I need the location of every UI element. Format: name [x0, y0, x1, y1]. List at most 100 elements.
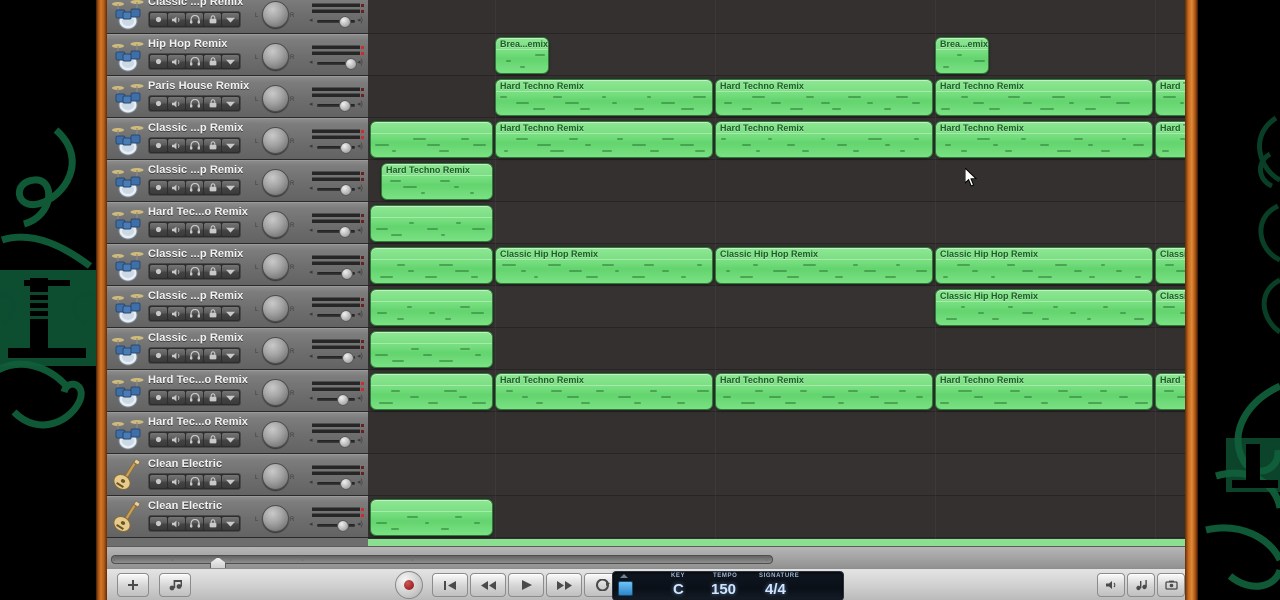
mute-button[interactable] [168, 517, 185, 530]
solo-button[interactable] [186, 307, 203, 320]
volume-slider-thumb[interactable] [340, 478, 353, 490]
mute-button[interactable] [168, 265, 185, 278]
region-clip[interactable]: Classic Hip Hop Remix [1155, 247, 1185, 284]
record-enable-button[interactable] [150, 97, 167, 110]
clip-indicator[interactable] [361, 346, 364, 349]
record-button[interactable] [395, 571, 423, 599]
pan-knob[interactable] [262, 295, 289, 322]
clip-indicator[interactable] [361, 466, 364, 469]
region-clip[interactable]: Classic Hip Hop Remix [935, 247, 1153, 284]
track-lane[interactable] [368, 0, 1185, 34]
mute-button[interactable] [168, 307, 185, 320]
record-enable-button[interactable] [150, 307, 167, 320]
mute-button[interactable] [168, 475, 185, 488]
clip-indicator[interactable] [361, 256, 364, 259]
solo-button[interactable] [186, 13, 203, 26]
pan-knob[interactable] [262, 169, 289, 196]
volume-slider[interactable] [317, 142, 355, 154]
region-clip[interactable]: Hard Techno Remix [935, 373, 1153, 410]
solo-button[interactable] [186, 97, 203, 110]
track-header[interactable]: Classic ...p Remix L R ◂ ◂) [107, 160, 368, 202]
region-clip[interactable]: Hard Techno Remix [1155, 121, 1185, 158]
record-enable-button[interactable] [150, 223, 167, 236]
region-clip[interactable]: Hard Techno Remix [495, 373, 713, 410]
track-header[interactable]: Classic ...p Remix L R ◂ ◂) [107, 118, 368, 160]
mute-button[interactable] [168, 433, 185, 446]
track-header[interactable]: Hard Tec...o Remix L R ◂ ◂) [107, 202, 368, 244]
automation-button[interactable] [222, 307, 239, 320]
volume-slider[interactable] [317, 520, 355, 532]
track-header[interactable]: Classic ...p Remix L R ◂ ◂) [107, 244, 368, 286]
volume-slider[interactable] [317, 310, 355, 322]
lcd-mode-icon[interactable] [618, 581, 633, 596]
volume-slider-thumb[interactable] [340, 268, 353, 280]
pan-knob[interactable] [262, 505, 289, 532]
lock-button[interactable] [204, 97, 221, 110]
pan-knob[interactable] [262, 43, 289, 70]
fast-forward-button[interactable] [546, 573, 582, 597]
track-lane[interactable] [368, 412, 1185, 454]
automation-button[interactable] [222, 475, 239, 488]
automation-button[interactable] [222, 55, 239, 68]
solo-button[interactable] [186, 349, 203, 362]
volume-slider[interactable] [317, 478, 355, 490]
pan-knob[interactable] [262, 211, 289, 238]
volume-slider[interactable] [317, 184, 355, 196]
lock-button[interactable] [204, 55, 221, 68]
master-volume-button[interactable] [1097, 573, 1125, 597]
pan-knob[interactable] [262, 463, 289, 490]
clip-indicator[interactable] [361, 10, 364, 13]
clip-indicator[interactable] [361, 508, 364, 511]
clip-indicator[interactable] [361, 4, 364, 7]
track-lane[interactable] [368, 454, 1185, 496]
volume-slider[interactable] [317, 58, 357, 70]
record-enable-button[interactable] [150, 475, 167, 488]
track-header[interactable]: Classic ...p Remix L R ◂ ◂) [107, 0, 368, 34]
loop-browser-toggle[interactable] [159, 573, 191, 597]
volume-slider-thumb[interactable] [344, 58, 357, 70]
region-clip[interactable]: Hard Techno Remix [495, 121, 713, 158]
record-enable-button[interactable] [150, 349, 167, 362]
media-browser-button[interactable] [1157, 573, 1185, 597]
track-header[interactable]: Classic ...p Remix L R ◂ ◂) [107, 286, 368, 328]
automation-button[interactable] [222, 517, 239, 530]
region-clip[interactable] [370, 331, 493, 368]
track-header[interactable]: Hip Hop Remix L R ◂ ◂) [107, 34, 368, 76]
mute-button[interactable] [168, 13, 185, 26]
record-enable-button[interactable] [150, 13, 167, 26]
lock-button[interactable] [204, 139, 221, 152]
clip-indicator[interactable] [361, 262, 364, 265]
region-clip[interactable]: Classic Hip Hop Remix [715, 247, 933, 284]
track-header[interactable]: Clean Electric L R ◂ ◂) [107, 454, 368, 496]
go-to-start-button[interactable] [432, 573, 468, 597]
volume-slider-thumb[interactable] [340, 142, 353, 154]
clip-indicator[interactable] [361, 382, 364, 385]
automation-button[interactable] [222, 265, 239, 278]
region-clip[interactable]: Classic Hip Hop Remix [1155, 289, 1185, 326]
volume-slider-thumb[interactable] [339, 436, 352, 448]
mute-button[interactable] [168, 97, 185, 110]
clip-indicator[interactable] [361, 304, 364, 307]
record-enable-button[interactable] [150, 433, 167, 446]
volume-slider-thumb[interactable] [339, 100, 352, 112]
solo-button[interactable] [186, 223, 203, 236]
clip-indicator[interactable] [361, 94, 364, 97]
lock-button[interactable] [204, 391, 221, 404]
track-name-label[interactable]: Hip Hop Remix [148, 38, 228, 50]
volume-slider-thumb[interactable] [340, 310, 353, 322]
region-clip[interactable]: Brea...emix [495, 37, 549, 74]
lock-button[interactable] [204, 349, 221, 362]
volume-slider-thumb[interactable] [339, 16, 352, 28]
volume-slider[interactable] [317, 394, 355, 406]
region-clip[interactable] [370, 247, 493, 284]
pan-knob[interactable] [262, 127, 289, 154]
clip-indicator[interactable] [361, 388, 364, 391]
volume-slider[interactable] [317, 352, 355, 364]
region-clip[interactable]: Hard Techno Remix [715, 121, 933, 158]
lock-button[interactable] [204, 181, 221, 194]
region-clip[interactable]: Hard Techno Remix [1155, 373, 1185, 410]
automation-button[interactable] [222, 97, 239, 110]
solo-button[interactable] [186, 55, 203, 68]
pan-knob[interactable] [262, 85, 289, 112]
volume-slider[interactable] [317, 226, 355, 238]
